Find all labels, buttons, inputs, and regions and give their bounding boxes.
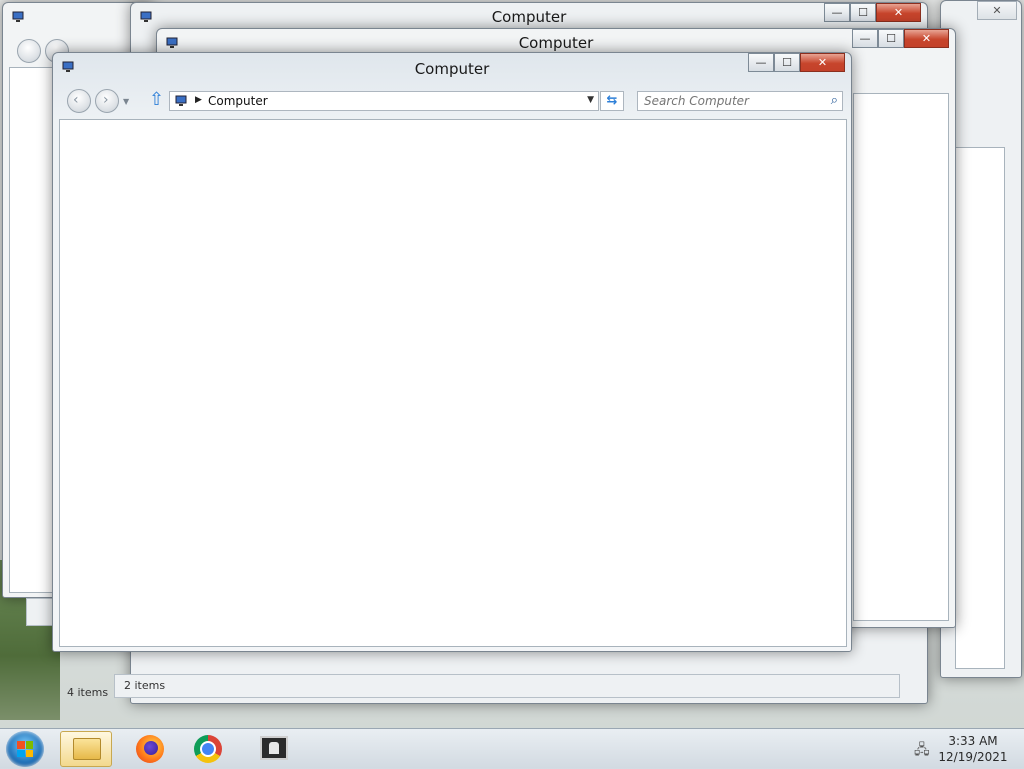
taskbar-chrome[interactable] (182, 731, 234, 767)
computer-icon (174, 95, 188, 107)
maximize-button[interactable]: ☐ (774, 53, 800, 72)
minimize-button[interactable]: — (824, 3, 850, 22)
network-icon[interactable]: 🖧 (914, 739, 930, 763)
chrome-icon (194, 735, 222, 763)
search-input[interactable] (644, 93, 814, 109)
refresh-icon: ⇆ (606, 93, 618, 108)
window-title: Computer (414, 60, 490, 78)
start-button[interactable] (6, 731, 44, 767)
taskbar-terminal-app[interactable] (248, 731, 300, 767)
status-item-count: 2 items (124, 679, 166, 692)
close-button[interactable]: ✕ (800, 53, 845, 72)
firefox-icon (136, 735, 164, 763)
address-bar[interactable]: ▶ Computer ▼ (169, 91, 599, 111)
status-item-count: 4 items (67, 686, 109, 699)
breadcrumb-arrow-icon[interactable]: ▶ (195, 95, 202, 105)
minimize-button[interactable]: — (852, 29, 878, 48)
back-arrow-icon: ‹ (73, 92, 79, 108)
address-dropdown-icon[interactable]: ▼ (587, 95, 594, 105)
up-arrow-icon[interactable]: ⇧ (149, 91, 164, 109)
search-icon[interactable]: ⌕ (831, 93, 838, 108)
taskbar-firefox[interactable] (124, 731, 176, 767)
explorer-window-front[interactable]: Computer — ☐ ✕ ‹ › ▼ ⇧ ▶ Computer ▼ ⇆ ⌕ (52, 52, 852, 652)
status-bar: 2 items (114, 674, 900, 698)
computer-icon (11, 11, 25, 23)
clock-time: 3:33 AM (948, 734, 998, 748)
taskbar: 🖧 3:33 AM 12/19/2021 (0, 728, 1024, 769)
recent-pages-dropdown[interactable]: ▼ (123, 97, 129, 106)
close-button[interactable]: ✕ (904, 29, 949, 48)
minimize-button[interactable]: — (748, 53, 774, 72)
forward-button[interactable]: › (95, 89, 119, 113)
content-pane (853, 93, 949, 621)
forward-arrow-icon: › (103, 92, 109, 108)
maximize-button[interactable]: ☐ (878, 29, 904, 48)
folder-icon (73, 738, 101, 760)
content-pane (59, 119, 847, 647)
clock-date: 12/19/2021 (938, 750, 1008, 764)
back-button[interactable] (17, 39, 41, 63)
search-box[interactable]: ⌕ (637, 91, 843, 111)
content-pane (955, 147, 1005, 669)
maximize-button[interactable]: ☐ (850, 3, 876, 22)
refresh-button[interactable]: ⇆ (600, 91, 624, 111)
breadcrumb-computer[interactable]: Computer (208, 94, 268, 108)
window-title: Computer (491, 8, 567, 26)
close-button[interactable]: ✕ (977, 1, 1017, 20)
back-button[interactable]: ‹ (67, 89, 91, 113)
close-button[interactable]: ✕ (876, 3, 921, 22)
taskbar-windows-explorer[interactable] (60, 731, 112, 767)
system-clock[interactable]: 3:33 AM 12/19/2021 (930, 733, 1016, 765)
terminal-app-icon (260, 736, 288, 760)
windows-logo-icon (17, 741, 33, 757)
